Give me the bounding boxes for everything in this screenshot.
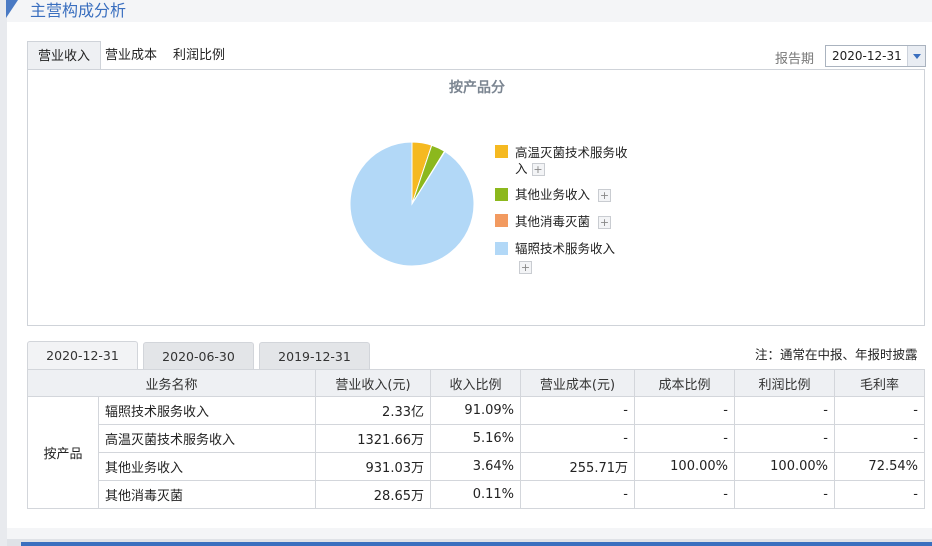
cell-cost-ratio: -: [634, 480, 735, 509]
cell-cost: -: [520, 424, 635, 453]
expand-plus-icon[interactable]: +: [598, 189, 611, 202]
cell-cost: 255.71万: [520, 452, 635, 481]
cell-revenue: 28.65万: [315, 480, 431, 509]
left-edge-strip: [0, 0, 7, 546]
report-period-value: 2020-12-31: [832, 49, 902, 63]
pie-chart-area: 按产品分 高温灭菌技术服务收 入 + 其他业务收入 + 其他消毒灭菌 + 辐照技…: [27, 69, 925, 326]
legend-label-cont: 入: [515, 161, 528, 176]
legend-swatch-high-temp: [495, 145, 508, 158]
legend-item-other-business[interactable]: 其他业务收入 +: [515, 187, 611, 203]
cell-name: 辐照技术服务收入: [98, 396, 316, 425]
expand-plus-icon[interactable]: +: [598, 216, 611, 229]
section-title-marker: [6, 0, 18, 18]
cell-gross-margin: -: [834, 424, 925, 453]
table-row: 高温灭菌技术服务收入 1321.66万 5.16% - - - -: [28, 424, 925, 453]
table-row: 其他业务收入 931.03万 3.64% 255.71万 100.00% 100…: [28, 452, 925, 481]
date-tab-2019-12-31[interactable]: 2019-12-31: [259, 342, 370, 369]
header-cost-ratio: 成本比例: [634, 369, 735, 397]
legend-label: 其他消毒灭菌: [515, 214, 591, 229]
cell-revenue: 1321.66万: [315, 424, 431, 453]
tab-revenue[interactable]: 营业收入: [27, 41, 102, 70]
legend-item-high-temp[interactable]: 高温灭菌技术服务收 入 +: [515, 145, 628, 177]
cell-cost-ratio: -: [634, 424, 735, 453]
header-gross-margin: 毛利率: [834, 369, 925, 397]
header-business-name: 业务名称: [27, 369, 316, 397]
legend-label: 辐照技术服务收入: [515, 241, 616, 256]
legend-label: 其他业务收入: [515, 187, 591, 202]
header-profit-ratio: 利润比例: [734, 369, 835, 397]
group-label: 按产品: [27, 396, 99, 509]
legend-label: 高温灭菌技术服务收: [515, 145, 628, 160]
cell-cost-ratio: -: [634, 396, 735, 425]
expand-plus-icon[interactable]: +: [519, 261, 532, 274]
cell-revenue-ratio: 91.09%: [430, 396, 521, 425]
legend-item-other-disinfect[interactable]: 其他消毒灭菌 +: [515, 214, 611, 230]
date-tab-2020-06-30[interactable]: 2020-06-30: [143, 342, 254, 369]
tab-profit-ratio[interactable]: 利润比例: [163, 41, 235, 70]
cell-profit-ratio: -: [734, 424, 835, 453]
cell-profit-ratio: -: [734, 480, 835, 509]
report-period-label: 报告期: [775, 52, 815, 67]
cell-profit-ratio: 100.00%: [734, 452, 835, 481]
cell-cost: -: [520, 480, 635, 509]
table-row: 按产品 辐照技术服务收入 2.33亿 91.09% - - - -: [27, 396, 925, 509]
table-header-row: 业务名称 营业收入(元) 收入比例 营业成本(元) 成本比例 利润比例 毛利率: [27, 369, 925, 397]
report-period-select[interactable]: 2020-12-31: [825, 45, 926, 67]
dropdown-arrow-icon[interactable]: [907, 46, 925, 66]
legend-swatch-other-disinfect: [495, 214, 508, 227]
cell-gross-margin: -: [834, 480, 925, 509]
expand-plus-icon[interactable]: +: [531, 163, 545, 176]
cell-revenue-ratio: 3.64%: [430, 452, 521, 481]
cell-gross-margin: -: [834, 396, 925, 425]
cell-name: 高温灭菌技术服务收入: [98, 424, 316, 453]
cell-profit-ratio: -: [734, 396, 835, 425]
cell-revenue: 2.33亿: [315, 396, 431, 425]
header-revenue-ratio: 收入比例: [430, 369, 521, 397]
table-row: 其他消毒灭菌 28.65万 0.11% - - - -: [28, 480, 925, 509]
composition-table: 业务名称 营业收入(元) 收入比例 营业成本(元) 成本比例 利润比例 毛利率 …: [27, 369, 925, 509]
next-section-bar: [7, 539, 932, 546]
cell-revenue-ratio: 0.11%: [430, 480, 521, 509]
tab-cost[interactable]: 营业成本: [95, 41, 167, 70]
date-tab-2020-12-31[interactable]: 2020-12-31: [27, 341, 138, 369]
cell-name: 其他消毒灭菌: [98, 480, 316, 509]
header-revenue: 营业收入(元): [315, 369, 431, 397]
section-title: 主营构成分析: [30, 1, 127, 20]
disclosure-note: 注：通常在中报、年报时披露: [755, 347, 918, 362]
pie-chart: [349, 141, 475, 267]
pie-slice-3[interactable]: [349, 141, 475, 267]
legend-swatch-other-business: [495, 188, 508, 201]
cell-revenue-ratio: 5.16%: [430, 424, 521, 453]
legend-item-irradiation[interactable]: 辐照技术服务收入 +: [515, 241, 615, 274]
cell-name: 其他业务收入: [98, 452, 316, 481]
cell-gross-margin: 72.54%: [834, 452, 925, 481]
cell-cost-ratio: 100.00%: [634, 452, 735, 481]
next-section-accent: [21, 542, 932, 546]
header-cost: 营业成本(元): [520, 369, 635, 397]
cell-revenue: 931.03万: [315, 452, 431, 481]
cell-cost: -: [520, 396, 635, 425]
legend-swatch-irradiation: [495, 242, 508, 255]
